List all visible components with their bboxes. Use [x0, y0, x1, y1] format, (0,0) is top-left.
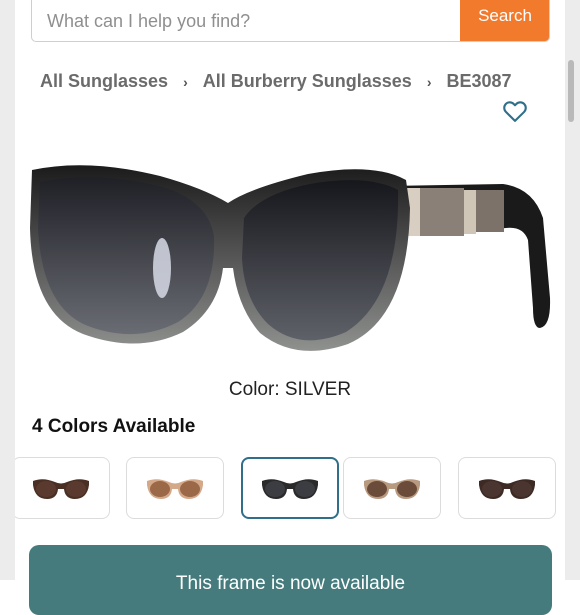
scrollbar-thumb[interactable] [568, 60, 574, 122]
sunglasses-thumbnail-icon [33, 479, 89, 499]
page-margin-right [565, 0, 580, 580]
color-swatch-selected[interactable] [241, 457, 339, 519]
breadcrumb-item-all-sunglasses[interactable]: All Sunglasses [40, 71, 168, 92]
heart-outline-icon[interactable] [501, 97, 529, 125]
product-image [30, 165, 551, 351]
search-input[interactable] [32, 0, 462, 41]
search-bar: Search [31, 0, 550, 42]
breadcrumb-item-all-burberry-sunglasses[interactable]: All Burberry Sunglasses [203, 71, 412, 92]
availability-banner[interactable]: This frame is now available [29, 545, 552, 615]
sunglasses-thumbnail-icon [479, 479, 535, 499]
color-swatch-carousel [15, 457, 565, 521]
sunglasses-thumbnail-icon [147, 479, 203, 499]
sunglasses-thumbnail-icon [364, 479, 420, 499]
breadcrumb-item-model[interactable]: BE3087 [446, 71, 511, 92]
sunglasses-thumbnail-icon [262, 479, 318, 499]
colors-available-heading: 4 Colors Available [32, 416, 196, 437]
chevron-right-icon: › [426, 73, 432, 90]
page-margin-left [0, 0, 15, 580]
chevron-right-icon: › [183, 73, 188, 90]
search-button[interactable]: Search [460, 0, 549, 41]
breadcrumb: All Sunglasses › All Burberry Sunglasses… [40, 71, 512, 92]
color-swatch[interactable] [15, 457, 110, 519]
color-swatch[interactable] [343, 457, 441, 519]
color-swatch[interactable] [126, 457, 224, 519]
color-swatch[interactable] [458, 457, 556, 519]
selected-color-label: Color: SILVER [228, 379, 352, 400]
